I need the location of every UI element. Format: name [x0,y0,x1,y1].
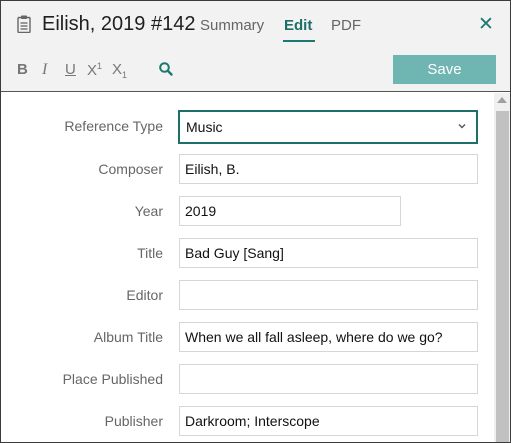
active-tab-indicator [283,40,315,42]
composer-label: Composer [98,161,163,177]
publisher-field[interactable]: Darkroom; Interscope [179,406,478,436]
subscript-mark: 1 [122,70,128,80]
tab-summary[interactable]: Summary [200,17,264,34]
search-icon[interactable] [158,61,174,77]
editor-header: Eilish, 2019 #142 Summary Edit PDF ✕ B I… [1,1,510,92]
save-button[interactable]: Save [393,55,496,84]
editor-field[interactable] [179,280,478,310]
publisher-label: Publisher [104,413,163,429]
superscript-mark: 1 [97,61,103,71]
album-title-field[interactable]: When we all fall asleep, where do we go? [179,322,478,352]
reference-type-select[interactable]: Music [178,110,478,144]
subscript-button[interactable]: X1 [112,61,127,80]
tab-pdf[interactable]: PDF [331,17,361,34]
year-field[interactable]: 2019 [179,196,401,226]
year-label: Year [134,203,163,219]
place-published-label: Place Published [62,371,163,387]
album-title-label: Album Title [93,329,163,345]
editor-label: Editor [126,287,163,303]
composer-field[interactable]: Eilish, B. [179,154,478,184]
bold-button[interactable]: B [17,61,28,78]
title-label: Title [137,245,163,261]
subscript-base: X [112,61,123,78]
chevron-down-icon [458,124,466,129]
reference-type-value: Music [186,119,223,135]
clipboard-icon [17,15,31,33]
reference-title: Eilish, 2019 #142 [42,13,196,35]
reference-editor-window: Eilish, 2019 #142 Summary Edit PDF ✕ B I… [0,0,511,443]
underline-button[interactable]: U [65,61,76,78]
close-icon[interactable]: ✕ [478,15,494,34]
tab-edit[interactable]: Edit [284,17,312,34]
title-field[interactable]: Bad Guy [Sang] [179,238,478,268]
place-published-field[interactable] [179,364,478,394]
superscript-base: X [87,62,98,79]
superscript-button[interactable]: X1 [87,61,102,79]
scroll-up-arrow-icon[interactable] [497,97,507,103]
italic-button[interactable]: I [42,61,47,79]
reference-type-label: Reference Type [64,118,163,134]
scrollbar-thumb[interactable] [496,111,509,442]
